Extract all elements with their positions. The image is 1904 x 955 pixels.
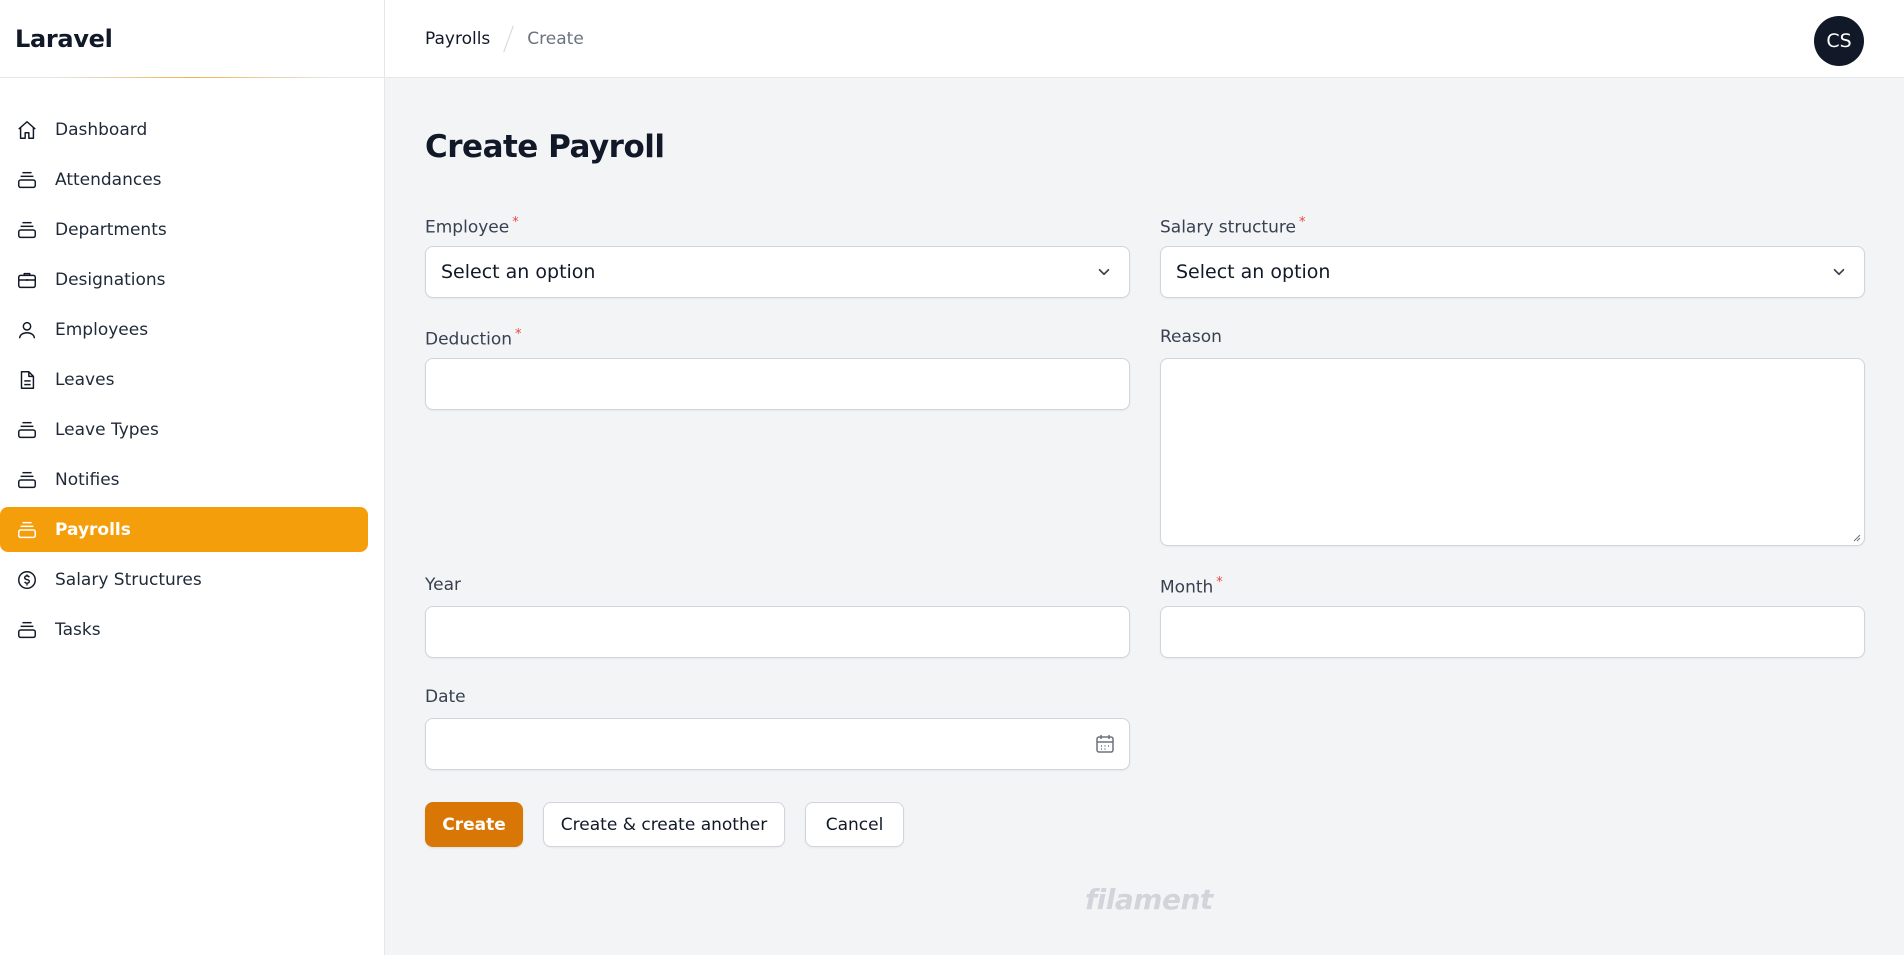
sidebar-item-label: Departments	[55, 219, 167, 240]
sidebar-item-dashboard[interactable]: Dashboard	[0, 107, 369, 152]
month-field: Month *	[1160, 575, 1865, 658]
date-input-wrapper	[425, 718, 1130, 770]
brand-header: Laravel	[0, 0, 384, 78]
reason-field: Reason	[1160, 327, 1865, 546]
stack-icon	[15, 418, 39, 442]
chevron-down-icon	[1833, 268, 1845, 276]
sidebar-item-salary-structures[interactable]: Salary Structures	[0, 557, 369, 602]
breadcrumb-create: Create	[527, 28, 584, 49]
user-avatar[interactable]: CS	[1814, 16, 1864, 66]
sidebar-item-departments[interactable]: Departments	[0, 207, 369, 252]
document-icon	[15, 368, 39, 392]
reason-label: Reason	[1160, 327, 1222, 347]
employee-label: Employee *	[425, 215, 519, 238]
page-title: Create Payroll	[425, 129, 665, 165]
sidebar-item-designations[interactable]: Designations	[0, 257, 369, 302]
sidebar-item-label: Notifies	[55, 469, 120, 490]
calendar-icon[interactable]	[1093, 732, 1117, 756]
year-label: Year	[425, 575, 461, 595]
sidebar-item-tasks[interactable]: Tasks	[0, 607, 369, 652]
salary-structure-label: Salary structure *	[1160, 215, 1306, 238]
reason-textarea-wrapper	[1160, 358, 1865, 546]
user-icon	[15, 318, 39, 342]
stack-icon	[15, 618, 39, 642]
month-label: Month *	[1160, 575, 1223, 598]
stack-icon	[15, 468, 39, 492]
create-button[interactable]: Create	[425, 802, 523, 847]
deduction-label: Deduction *	[425, 327, 522, 350]
sidebar-item-label: Tasks	[55, 619, 101, 640]
sidebar-item-label: Leaves	[55, 369, 115, 390]
required-marker: *	[1216, 575, 1223, 590]
month-input-wrapper	[1160, 606, 1865, 658]
chevron-down-icon	[1098, 268, 1110, 276]
briefcase-icon	[15, 268, 39, 292]
sidebar-item-label: Employees	[55, 319, 149, 340]
year-input-wrapper	[425, 606, 1130, 658]
required-marker: *	[512, 215, 519, 230]
resize-handle-icon[interactable]	[1851, 532, 1861, 542]
employee-select[interactable]: Select an option	[425, 246, 1130, 298]
employee-select-value: Select an option	[441, 261, 596, 283]
deduction-input-wrapper	[425, 358, 1130, 410]
sidebar-item-label: Leave Types	[55, 419, 159, 440]
breadcrumb-payrolls[interactable]: Payrolls	[425, 29, 490, 49]
deduction-field: Deduction *	[425, 327, 1130, 410]
stack-icon	[15, 218, 39, 242]
sidebar-item-notifies[interactable]: Notifies	[0, 457, 369, 502]
stack-icon	[15, 168, 39, 192]
employee-field: Employee * Select an option	[425, 215, 1130, 298]
cancel-button[interactable]: Cancel	[805, 802, 904, 847]
sidebar-item-attendances[interactable]: Attendances	[0, 157, 369, 202]
deduction-input[interactable]	[426, 359, 1129, 409]
sidebar-item-leave-types[interactable]: Leave Types	[0, 407, 369, 452]
date-field: Date	[425, 687, 1130, 770]
home-icon	[15, 118, 39, 142]
required-marker: *	[515, 327, 522, 342]
filament-logo: filament	[1085, 883, 1213, 916]
sidebar: Laravel Dashboard Attendances Department…	[0, 0, 385, 955]
reason-textarea[interactable]	[1161, 359, 1864, 545]
year-input[interactable]	[426, 607, 1129, 657]
sidebar-nav: Dashboard Attendances Departments Design…	[0, 78, 384, 652]
brand-logo[interactable]: Laravel	[15, 25, 113, 53]
date-label: Date	[425, 687, 466, 707]
sidebar-item-label: Dashboard	[55, 119, 148, 140]
brand-divider	[50, 77, 334, 78]
salary-structure-field: Salary structure * Select an option	[1160, 215, 1865, 298]
stack-icon	[15, 518, 39, 542]
date-input[interactable]	[426, 719, 1129, 769]
sidebar-item-label: Salary Structures	[55, 569, 202, 590]
salary-structure-select[interactable]: Select an option	[1160, 246, 1865, 298]
sidebar-item-label: Designations	[55, 269, 166, 290]
sidebar-item-payrolls[interactable]: Payrolls	[0, 507, 368, 552]
topbar: Payrolls Create CS	[385, 0, 1904, 78]
year-field: Year	[425, 575, 1130, 658]
sidebar-item-leaves[interactable]: Leaves	[0, 357, 369, 402]
sidebar-item-label: Attendances	[55, 169, 162, 190]
salary-structure-select-value: Select an option	[1176, 261, 1331, 283]
month-input[interactable]	[1161, 607, 1864, 657]
sidebar-item-label: Payrolls	[55, 519, 131, 540]
create-another-button[interactable]: Create & create another	[543, 802, 785, 847]
main-content: Create Payroll Employee * Select an optio…	[385, 79, 1904, 955]
required-marker: *	[1298, 215, 1306, 230]
dollar-circle-icon	[15, 568, 39, 592]
breadcrumb-separator	[503, 25, 515, 52]
sidebar-item-employees[interactable]: Employees	[0, 307, 369, 352]
